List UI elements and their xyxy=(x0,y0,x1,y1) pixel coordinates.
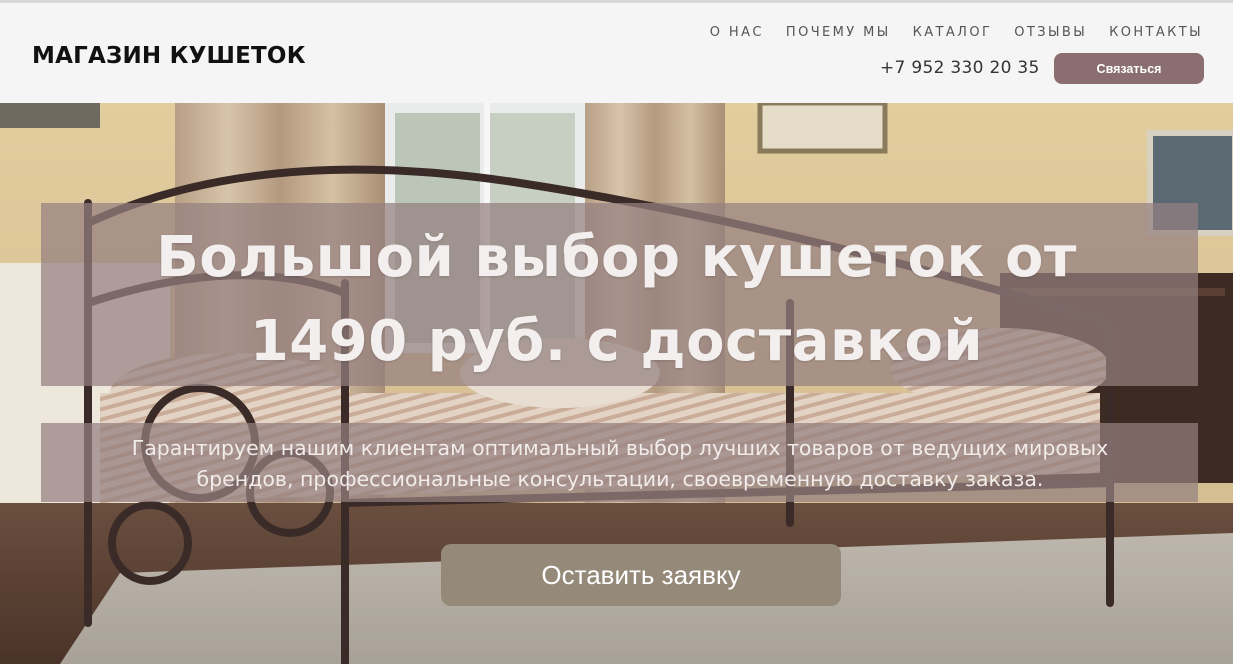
site-logo[interactable]: МАГАЗИН КУШЕТОК xyxy=(32,43,306,69)
hero-headline: Большой выбор кушеток от 1490 руб. с дос… xyxy=(0,216,1233,384)
hero-headline-line-2: 1490 руб. с доставкой xyxy=(249,309,984,374)
nav-link-reviews[interactable]: ОТЗЫВЫ xyxy=(1014,25,1087,40)
hero-subtext-line-1: Гарантируем нашим клиентам оптимальный в… xyxy=(131,436,1109,460)
hero-section: Большой выбор кушеток от 1490 руб. с дос… xyxy=(0,103,1233,664)
landing-page: МАГАЗИН КУШЕТОК О НАС ПОЧЕМУ МЫ КАТАЛОГ … xyxy=(0,0,1233,664)
hero-subtext: Гарантируем нашим клиентам оптимальный в… xyxy=(60,433,1180,495)
phone-number[interactable]: +7 952 330 20 35 xyxy=(880,58,1040,78)
contact-button[interactable]: Связаться xyxy=(1054,53,1204,84)
nav-link-contacts[interactable]: КОНТАКТЫ xyxy=(1109,25,1203,40)
nav-link-catalog[interactable]: КАТАЛОГ xyxy=(913,25,993,40)
nav-link-why-us[interactable]: ПОЧЕМУ МЫ xyxy=(786,25,891,40)
hero-subtext-line-2: брендов, профессиональные консультации, … xyxy=(196,467,1044,491)
hero-headline-line-1: Большой выбор кушеток от xyxy=(156,225,1077,290)
main-nav: О НАС ПОЧЕМУ МЫ КАТАЛОГ ОТЗЫВЫ КОНТАКТЫ xyxy=(688,25,1203,40)
nav-link-about[interactable]: О НАС xyxy=(710,25,764,40)
site-header: МАГАЗИН КУШЕТОК О НАС ПОЧЕМУ МЫ КАТАЛОГ … xyxy=(0,3,1233,103)
submit-request-button[interactable]: Оставить заявку xyxy=(441,544,841,606)
